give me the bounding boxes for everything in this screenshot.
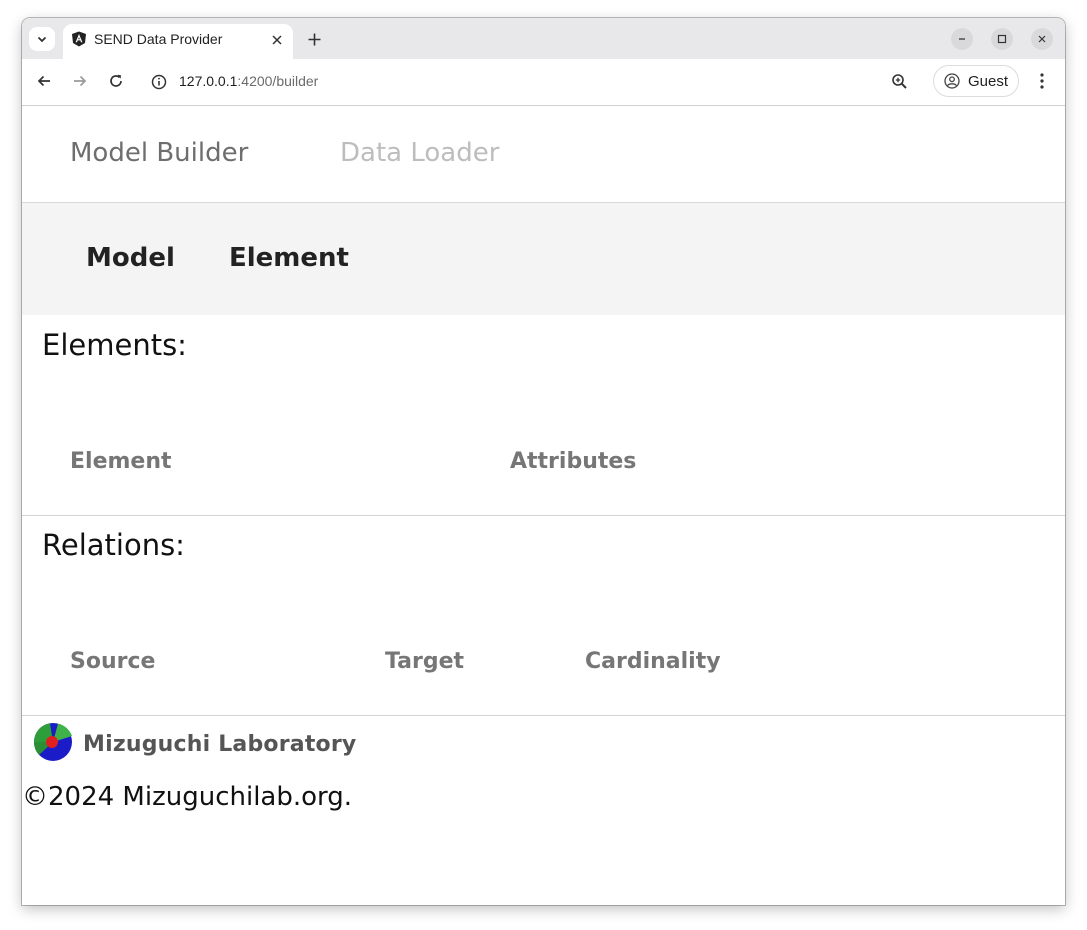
tab-element[interactable]: Element (229, 243, 349, 273)
sub-nav: Model Element (22, 203, 1065, 315)
copyright-text: ©2024 Mizuguchilab.org. (22, 782, 353, 812)
relations-divider (22, 715, 1065, 716)
nav-data-loader[interactable]: Data Loader (340, 138, 499, 168)
angular-favicon-icon (72, 31, 86, 47)
tab-strip: SEND Data Provider (22, 18, 1065, 59)
back-icon (37, 75, 50, 87)
maximize-button[interactable] (991, 28, 1013, 50)
elements-col-element: Element (70, 449, 172, 474)
browser-menu-button[interactable] (1032, 70, 1052, 92)
relations-col-cardinality: Cardinality (585, 649, 721, 674)
page-content: Model Builder Data Loader Model Element … (22, 106, 1065, 905)
close-icon (272, 35, 282, 45)
relations-col-source: Source (70, 649, 156, 674)
elements-col-attributes: Attributes (510, 449, 637, 474)
tab-close-button[interactable] (267, 30, 287, 50)
relations-col-target: Target (385, 649, 465, 674)
plus-icon (308, 33, 320, 45)
maximize-icon (997, 34, 1007, 44)
top-nav: Model Builder Data Loader (22, 106, 1065, 203)
more-vert-icon (1040, 73, 1044, 89)
lab-logo-text: Mizuguchi Laboratory (83, 732, 357, 757)
forward-button[interactable] (69, 70, 91, 92)
new-tab-button[interactable] (302, 28, 326, 50)
window-close-button[interactable] (1031, 28, 1053, 50)
tab-title: SEND Data Provider (94, 31, 223, 47)
back-button[interactable] (33, 70, 55, 92)
reload-icon (110, 74, 122, 87)
minimize-icon (959, 38, 965, 40)
info-icon (151, 74, 167, 90)
relations-section-title: Relations: (42, 528, 185, 562)
reload-button[interactable] (105, 70, 127, 92)
url-text: 127.0.0.1:4200/builder (179, 73, 318, 89)
tab-search-button[interactable] (29, 27, 55, 51)
url-host: 127.0.0.1 (179, 73, 238, 89)
account-icon (944, 73, 960, 89)
address-bar[interactable]: 127.0.0.1:4200/builder (140, 64, 930, 100)
browser-tab[interactable]: SEND Data Provider (63, 24, 293, 59)
forward-icon (74, 75, 87, 87)
elements-section-title: Elements: (42, 328, 187, 362)
url-path: :4200/builder (237, 73, 319, 89)
elements-divider (22, 515, 1065, 516)
browser-toolbar: 127.0.0.1:4200/builder Guest (22, 59, 1065, 106)
minimize-button[interactable] (951, 28, 973, 50)
browser-window: SEND Data Provider 127.0.0.1:4200/builde… (22, 18, 1065, 905)
profile-label: Guest (968, 72, 1009, 90)
profile-button[interactable]: Guest (933, 65, 1019, 97)
tab-list-icon (37, 36, 47, 43)
tab-model[interactable]: Model (86, 243, 175, 273)
lab-logo-icon (33, 723, 72, 761)
nav-model-builder[interactable]: Model Builder (70, 138, 248, 168)
zoom-icon[interactable] (890, 72, 910, 92)
window-close-icon (1038, 35, 1046, 43)
